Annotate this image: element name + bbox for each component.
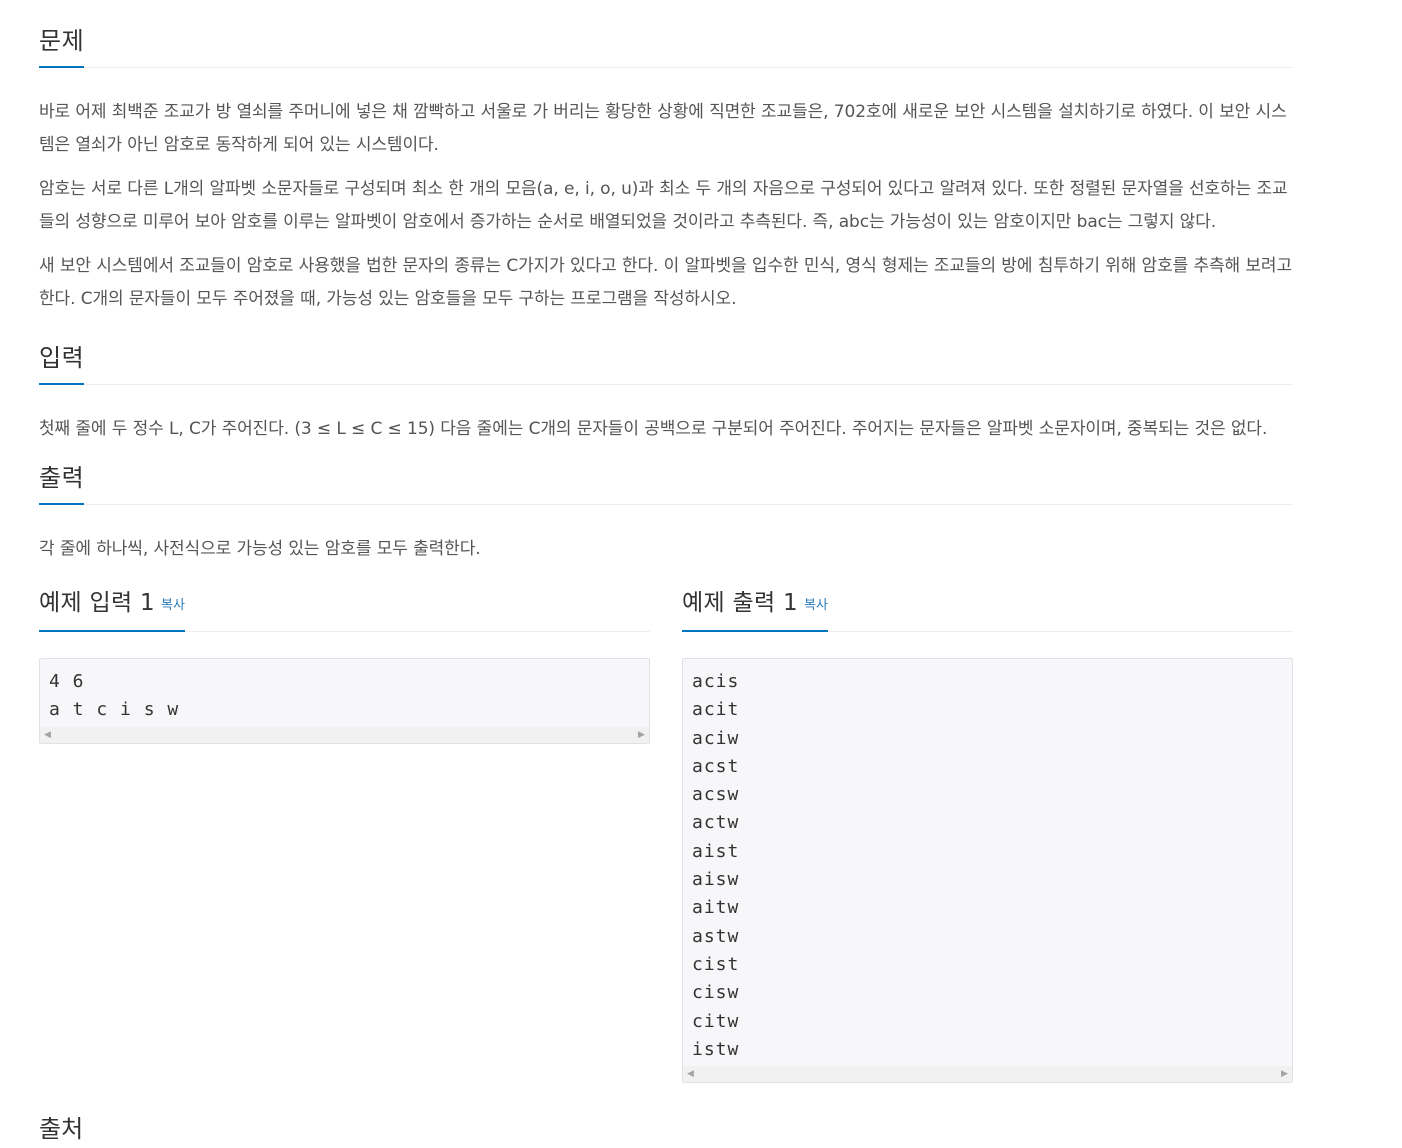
caret-right-icon[interactable]: ▶	[1277, 1066, 1292, 1082]
sample-output-box[interactable]: acis acit aciw acst acsw actw aist aisw …	[682, 658, 1293, 1084]
sample-input-data[interactable]: 4 6 a t c i s w	[40, 659, 649, 725]
copy-sample-input-button[interactable]: 복사	[161, 598, 185, 613]
input-description: 첫째 줄에 두 정수 L, C가 주어진다. (3 ≤ L ≤ C ≤ 15) …	[39, 419, 1268, 439]
caret-left-icon[interactable]: ◀	[683, 1066, 698, 1082]
sample-output-heading: 예제 출력 1 복사	[682, 585, 828, 632]
sample-output-title: 예제 출력 1	[682, 590, 798, 616]
source-title: 출처	[39, 1115, 84, 1143]
output-section-header: 출력	[39, 446, 1293, 505]
output-description: 각 줄에 하나씩, 사전식으로 가능성 있는 암호를 모두 출력한다.	[39, 539, 481, 559]
sample-input-heading: 예제 입력 1 복사	[39, 585, 185, 632]
sample-input-title: 예제 입력 1	[39, 590, 155, 616]
sample-output-scrollbar[interactable]: ◀ ▶	[683, 1066, 1292, 1083]
sample-output-column: 예제 출력 1 복사 acis acit aciw acst acsw actw …	[682, 582, 1293, 1084]
sample-input-scrollbar[interactable]: ◀ ▶	[40, 726, 649, 743]
input-section-header: 입력	[39, 316, 1293, 385]
input-title: 입력	[39, 339, 85, 385]
sample-output-header: 예제 출력 1 복사	[682, 582, 1293, 632]
output-title: 출력	[39, 459, 85, 505]
problem-paragraph-3: 새 보안 시스템에서 조교들이 암호로 사용했을 법한 문자의 종류는 C가지가…	[39, 256, 1293, 309]
sample-input-header: 예제 입력 1 복사	[39, 582, 650, 632]
problem-paragraph-1: 바로 어제 최백준 조교가 방 열쇠를 주머니에 넣은 채 깜빡하고 서울로 가…	[39, 102, 1287, 155]
caret-left-icon[interactable]: ◀	[40, 727, 55, 743]
samples-row: 예제 입력 1 복사 4 6 a t c i s w ◀ ▶ 예제 출력 1 복사 …	[39, 582, 1293, 1102]
sample-output-data[interactable]: acis acit aciw acst acsw actw aist aisw …	[683, 659, 1292, 1064]
copy-sample-output-button[interactable]: 복사	[804, 598, 828, 613]
problem-title: 문제	[39, 22, 85, 68]
sample-input-column: 예제 입력 1 복사 4 6 a t c i s w ◀ ▶	[39, 582, 650, 744]
caret-right-icon[interactable]: ▶	[634, 727, 649, 743]
sample-input-box[interactable]: 4 6 a t c i s w ◀ ▶	[39, 658, 650, 744]
problem-section-header: 문제	[39, 0, 1293, 68]
problem-page: 문제 바로 어제 최백준 조교가 방 열쇠를 주머니에 넣은 채 깜빡하고 서울…	[39, 0, 1293, 566]
problem-paragraph-2: 암호는 서로 다른 L개의 알파벳 소문자들로 구성되며 최소 한 개의 모음(…	[39, 179, 1288, 232]
